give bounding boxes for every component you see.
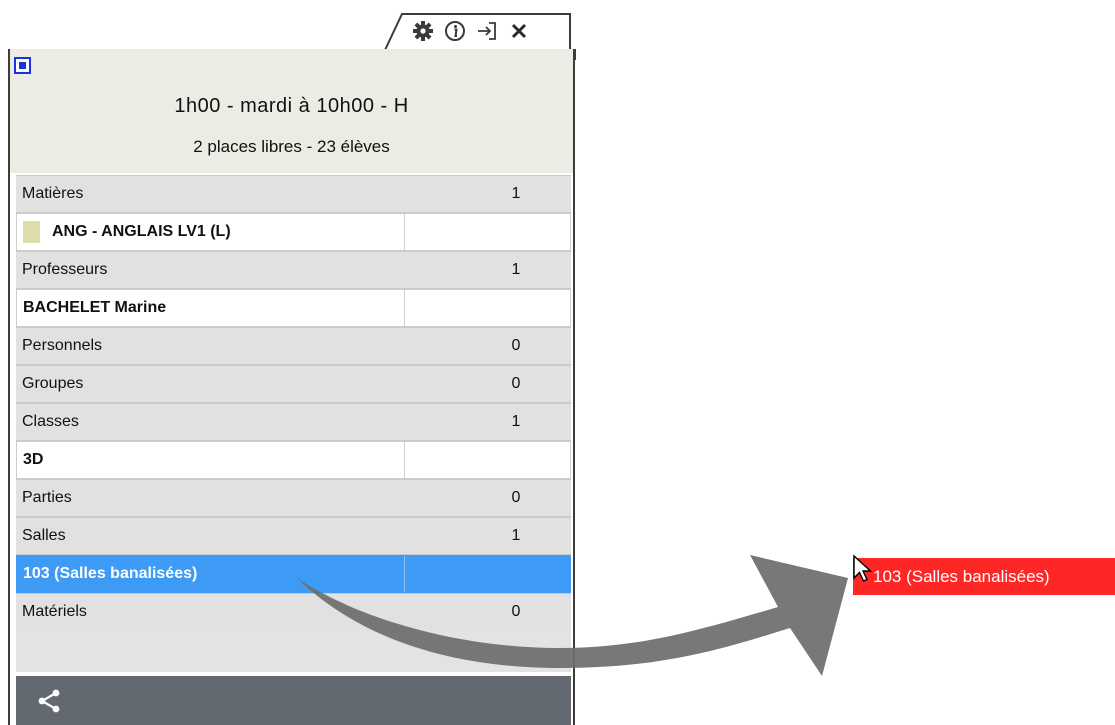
matiere-color-swatch (23, 221, 40, 243)
section-count: 0 (511, 337, 521, 354)
section-count: 0 (511, 375, 521, 392)
section-label: Groupes (22, 375, 84, 392)
course-capacity-text: 2 places libres - 23 élèves (193, 137, 390, 156)
section-groupes[interactable]: Groupes 0 (16, 365, 571, 403)
professeur-item[interactable]: BACHELET Marine (16, 289, 571, 327)
section-professeurs[interactable]: Professeurs 1 (16, 251, 571, 289)
share-toolbar (16, 676, 571, 725)
section-count: 1 (511, 261, 521, 278)
section-label: Salles (22, 527, 66, 544)
section-count: 0 (511, 489, 521, 506)
course-summary-header: 1h00 - mardi à 10h00 - H 2 places libres… (10, 49, 573, 173)
salle-extra-cell (405, 556, 570, 592)
section-parties[interactable]: Parties 0 (16, 479, 571, 517)
info-icon[interactable] (442, 17, 468, 45)
section-label: Personnels (22, 337, 103, 354)
section-count: 1 (511, 413, 521, 430)
mouse-cursor-icon (853, 554, 873, 582)
matiere-label: ANG - ANGLAIS LV1 (L) (52, 223, 231, 240)
salle-label: 103 (Salles banalisées) (17, 556, 405, 592)
section-count: 0 (511, 603, 521, 620)
resources-list: Matières 1 ANG - ANGLAIS LV1 (L) Profess… (16, 175, 571, 631)
section-salles[interactable]: Salles 1 (16, 517, 571, 555)
drag-preview-badge: 103 (Salles banalisées) (853, 558, 1115, 595)
section-count: 1 (511, 185, 521, 202)
section-label: Matières (22, 185, 84, 202)
section-matieres[interactable]: Matières 1 (16, 175, 571, 213)
section-label: Classes (22, 413, 79, 430)
course-detail-panel: 1h00 - mardi à 10h00 - H 2 places libres… (8, 49, 575, 725)
section-label: Professeurs (22, 261, 108, 278)
panel-footer-spacer (16, 630, 571, 672)
section-classes[interactable]: Classes 1 (16, 403, 571, 441)
professeur-extra-cell (405, 290, 570, 326)
section-materiels[interactable]: Matériels 0 (16, 593, 571, 631)
classe-item[interactable]: 3D (16, 441, 571, 479)
matiere-cell: ANG - ANGLAIS LV1 (L) (17, 214, 405, 250)
section-label: Parties (22, 489, 72, 506)
classe-extra-cell (405, 442, 570, 478)
matiere-extra-cell (405, 214, 570, 250)
drag-preview-label: 103 (Salles banalisées) (873, 566, 1050, 586)
tab-toolbar (410, 14, 570, 48)
professeur-label: BACHELET Marine (17, 290, 405, 326)
section-count: 1 (511, 527, 521, 544)
salle-item-selected[interactable]: 103 (Salles banalisées) (16, 555, 571, 593)
section-label: Matériels (22, 603, 87, 620)
course-schedule-text: 1h00 - mardi à 10h00 - H (174, 95, 409, 117)
exit-icon[interactable] (474, 17, 500, 45)
gear-icon[interactable] (410, 17, 436, 45)
section-personnels[interactable]: Personnels 0 (16, 327, 571, 365)
selection-toggle[interactable] (14, 57, 31, 74)
classe-label: 3D (17, 442, 405, 478)
share-icon[interactable] (36, 688, 62, 714)
matiere-item[interactable]: ANG - ANGLAIS LV1 (L) (16, 213, 571, 251)
close-icon[interactable] (506, 17, 532, 45)
